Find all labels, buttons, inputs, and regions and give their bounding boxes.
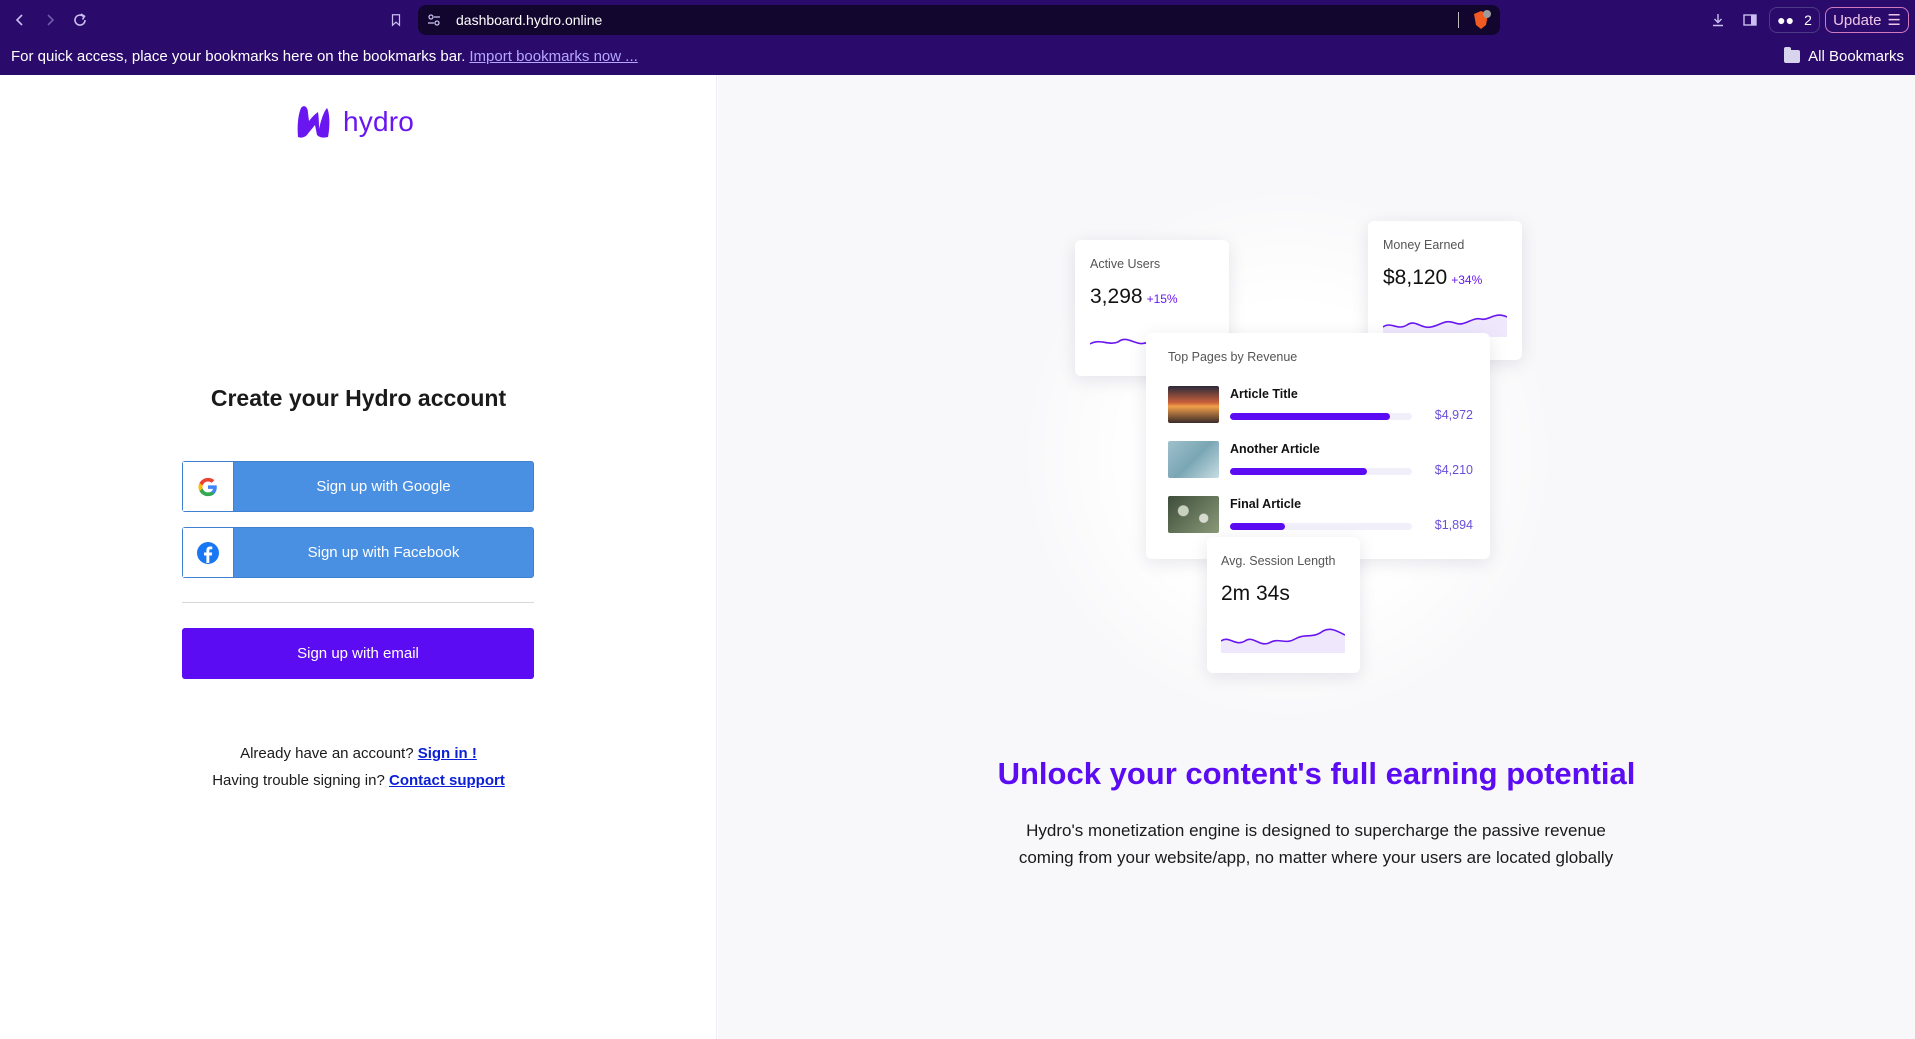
browser-toolbar: dashboard.hydro.online ●● 2 Update ☰	[0, 0, 1915, 40]
facebook-signup-label: Sign up with Facebook	[307, 544, 460, 561]
article-title: Final Article	[1230, 497, 1302, 511]
promo-body: Hydro's monetization engine is designed …	[1018, 821, 1614, 867]
folder-icon	[1784, 47, 1801, 63]
download-icon[interactable]	[1708, 10, 1728, 30]
revenue-bar-fill	[1230, 523, 1285, 530]
back-icon[interactable]	[8, 8, 32, 32]
trouble-text: Having trouble signing in?	[212, 772, 385, 789]
extensions-button[interactable]: ●● 2	[1769, 7, 1820, 33]
address-separator	[1458, 12, 1459, 28]
article-revenue: $4,972	[1434, 408, 1473, 422]
money-earned-label: Money Earned	[1383, 238, 1465, 252]
forward-icon[interactable]	[38, 8, 62, 32]
hydro-logo-icon	[297, 106, 330, 138]
top-pages-card: Top Pages by Revenue Article Title $4,97…	[1146, 333, 1490, 559]
article-revenue: $1,894	[1434, 518, 1473, 532]
google-signup-label: Sign up with Google	[316, 478, 451, 495]
money-earned-value: $8,120	[1383, 266, 1448, 289]
extensions-count: 2	[1804, 12, 1812, 28]
revenue-bar-fill	[1230, 468, 1367, 475]
list-item: Article Title $4,972	[1168, 386, 1473, 426]
extension-glasses-icon: ●●	[1777, 12, 1795, 28]
list-item: Final Article $1,894	[1168, 496, 1473, 536]
article-thumbnail	[1168, 496, 1219, 533]
promo-panel: Active Users 3,298 +15% Money Earned $8,1…	[718, 75, 1915, 1039]
article-title: Another Article	[1230, 442, 1320, 456]
active-users-value: 3,298	[1090, 285, 1143, 308]
revenue-bar-track	[1230, 468, 1412, 475]
all-bookmarks-label: All Bookmarks	[1808, 48, 1904, 65]
site-info-icon[interactable]	[426, 12, 442, 28]
article-revenue: $4,210	[1434, 463, 1473, 477]
revenue-bar-track	[1230, 413, 1412, 420]
menu-icon: ☰	[1887, 12, 1901, 29]
article-thumbnail	[1168, 441, 1219, 478]
article-thumbnail	[1168, 386, 1219, 423]
update-button[interactable]: Update ☰	[1825, 7, 1909, 33]
hydro-logo-text: hydro	[343, 106, 415, 137]
divider	[182, 602, 534, 603]
session-length-value: 2m 34s	[1221, 582, 1290, 605]
money-earned-delta: +34%	[1451, 273, 1483, 287]
sign-in-link[interactable]: Sign in !	[418, 745, 477, 762]
bookmark-icon[interactable]	[384, 8, 408, 32]
facebook-signup-button[interactable]: Sign up with Facebook	[182, 527, 534, 578]
reload-icon[interactable]	[68, 8, 92, 32]
active-users-label: Active Users	[1090, 257, 1161, 271]
google-signup-button[interactable]: Sign up with Google	[182, 461, 534, 512]
all-bookmarks-button[interactable]: All Bookmarks	[1784, 47, 1904, 65]
facebook-icon	[183, 528, 234, 577]
promo-headline: Unlock your content's full earning poten…	[997, 756, 1636, 791]
article-title: Article Title	[1230, 387, 1298, 401]
session-length-card: Avg. Session Length 2m 34s	[1207, 537, 1360, 673]
revenue-bar-track	[1230, 523, 1412, 530]
email-signup-button[interactable]: Sign up with email	[182, 628, 534, 679]
bookmarks-bar: For quick access, place your bookmarks h…	[0, 40, 1915, 75]
contact-support-link[interactable]: Contact support	[389, 772, 505, 789]
session-length-label: Avg. Session Length	[1221, 554, 1336, 568]
bookmarks-hint-text: For quick access, place your bookmarks h…	[11, 48, 466, 65]
sign-in-prompt: Already have an account? Sign in !	[0, 745, 717, 762]
address-bar[interactable]: dashboard.hydro.online	[418, 5, 1500, 35]
signup-panel: hydro Create your Hydro account Sign up …	[0, 75, 717, 1039]
list-item: Another Article $4,210	[1168, 441, 1473, 481]
brave-shields-icon[interactable]	[1470, 9, 1492, 31]
bookmarks-hint: For quick access, place your bookmarks h…	[11, 48, 638, 65]
active-users-delta: +15%	[1146, 292, 1178, 306]
top-pages-label: Top Pages by Revenue	[1168, 350, 1298, 364]
google-icon	[183, 462, 234, 511]
sidebar-toggle-icon[interactable]	[1740, 10, 1760, 30]
page-title: Create your Hydro account	[210, 385, 507, 411]
session-length-sparkline	[1221, 628, 1345, 653]
import-bookmarks-link[interactable]: Import bookmarks now ...	[469, 48, 637, 65]
update-label: Update	[1833, 11, 1882, 29]
url-text[interactable]: dashboard.hydro.online	[456, 12, 602, 28]
hydro-logo[interactable]: hydro	[295, 105, 414, 139]
support-prompt: Having trouble signing in? Contact suppo…	[0, 772, 717, 789]
browser-chrome: dashboard.hydro.online ●● 2 Update ☰ For…	[0, 0, 1915, 75]
have-account-text: Already have an account?	[240, 745, 414, 762]
revenue-bar-fill	[1230, 413, 1391, 420]
